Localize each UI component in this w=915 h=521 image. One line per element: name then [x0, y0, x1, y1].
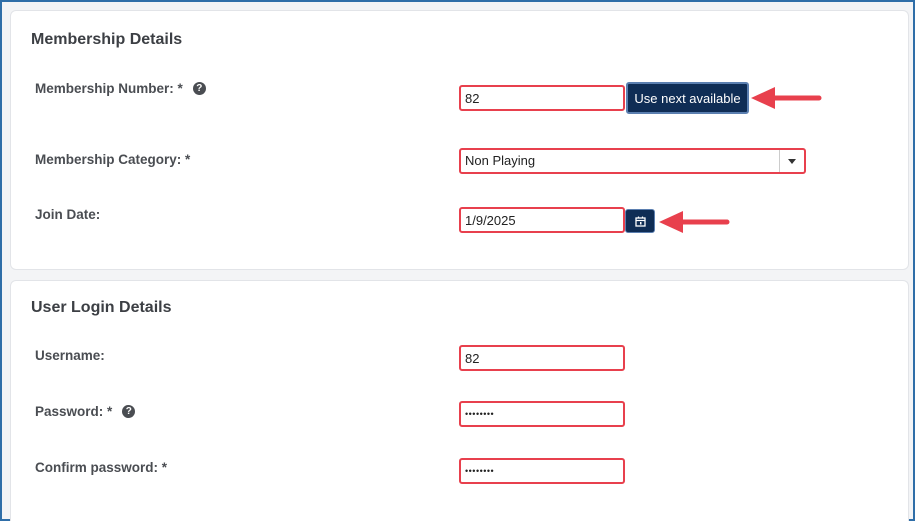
confirm-password-label: Confirm password: *	[35, 460, 168, 475]
calendar-icon	[634, 216, 646, 227]
password-label: Password: *	[35, 404, 113, 419]
membership-details-panel: Membership Details Membership Number: * …	[10, 10, 909, 270]
membership-number-input[interactable]	[459, 85, 625, 111]
membership-category-select[interactable]: Non Playing	[459, 148, 806, 174]
membership-category-value: Non Playing	[465, 153, 536, 168]
chevron-down-icon[interactable]	[779, 150, 804, 172]
question-circle-icon[interactable]: ?	[122, 405, 136, 418]
join-date-label: Join Date:	[35, 207, 101, 222]
password-input[interactable]: ••••••••	[459, 401, 625, 427]
annotation-arrow-use-next	[751, 87, 822, 109]
calendar-button[interactable]	[625, 209, 655, 233]
page-frame: Membership Details Membership Number: * …	[0, 0, 915, 521]
confirm-password-input[interactable]: ••••••••	[459, 458, 625, 484]
username-input[interactable]	[459, 345, 625, 371]
join-date-input[interactable]	[459, 207, 625, 233]
user-login-details-panel: User Login Details Username: Password: *…	[10, 280, 909, 521]
membership-number-label: Membership Number: *	[35, 81, 183, 96]
username-label: Username:	[35, 348, 105, 363]
password-label-row: Password: * ?	[35, 404, 136, 419]
membership-number-label-row: Membership Number: * ?	[35, 81, 206, 96]
membership-category-label: Membership Category: *	[35, 152, 191, 167]
user-login-details-heading: User Login Details	[31, 299, 172, 316]
annotation-arrow-calendar	[659, 211, 730, 233]
question-circle-icon[interactable]: ?	[192, 82, 206, 95]
use-next-available-button[interactable]: Use next available	[626, 82, 749, 114]
membership-details-heading: Membership Details	[31, 31, 183, 48]
